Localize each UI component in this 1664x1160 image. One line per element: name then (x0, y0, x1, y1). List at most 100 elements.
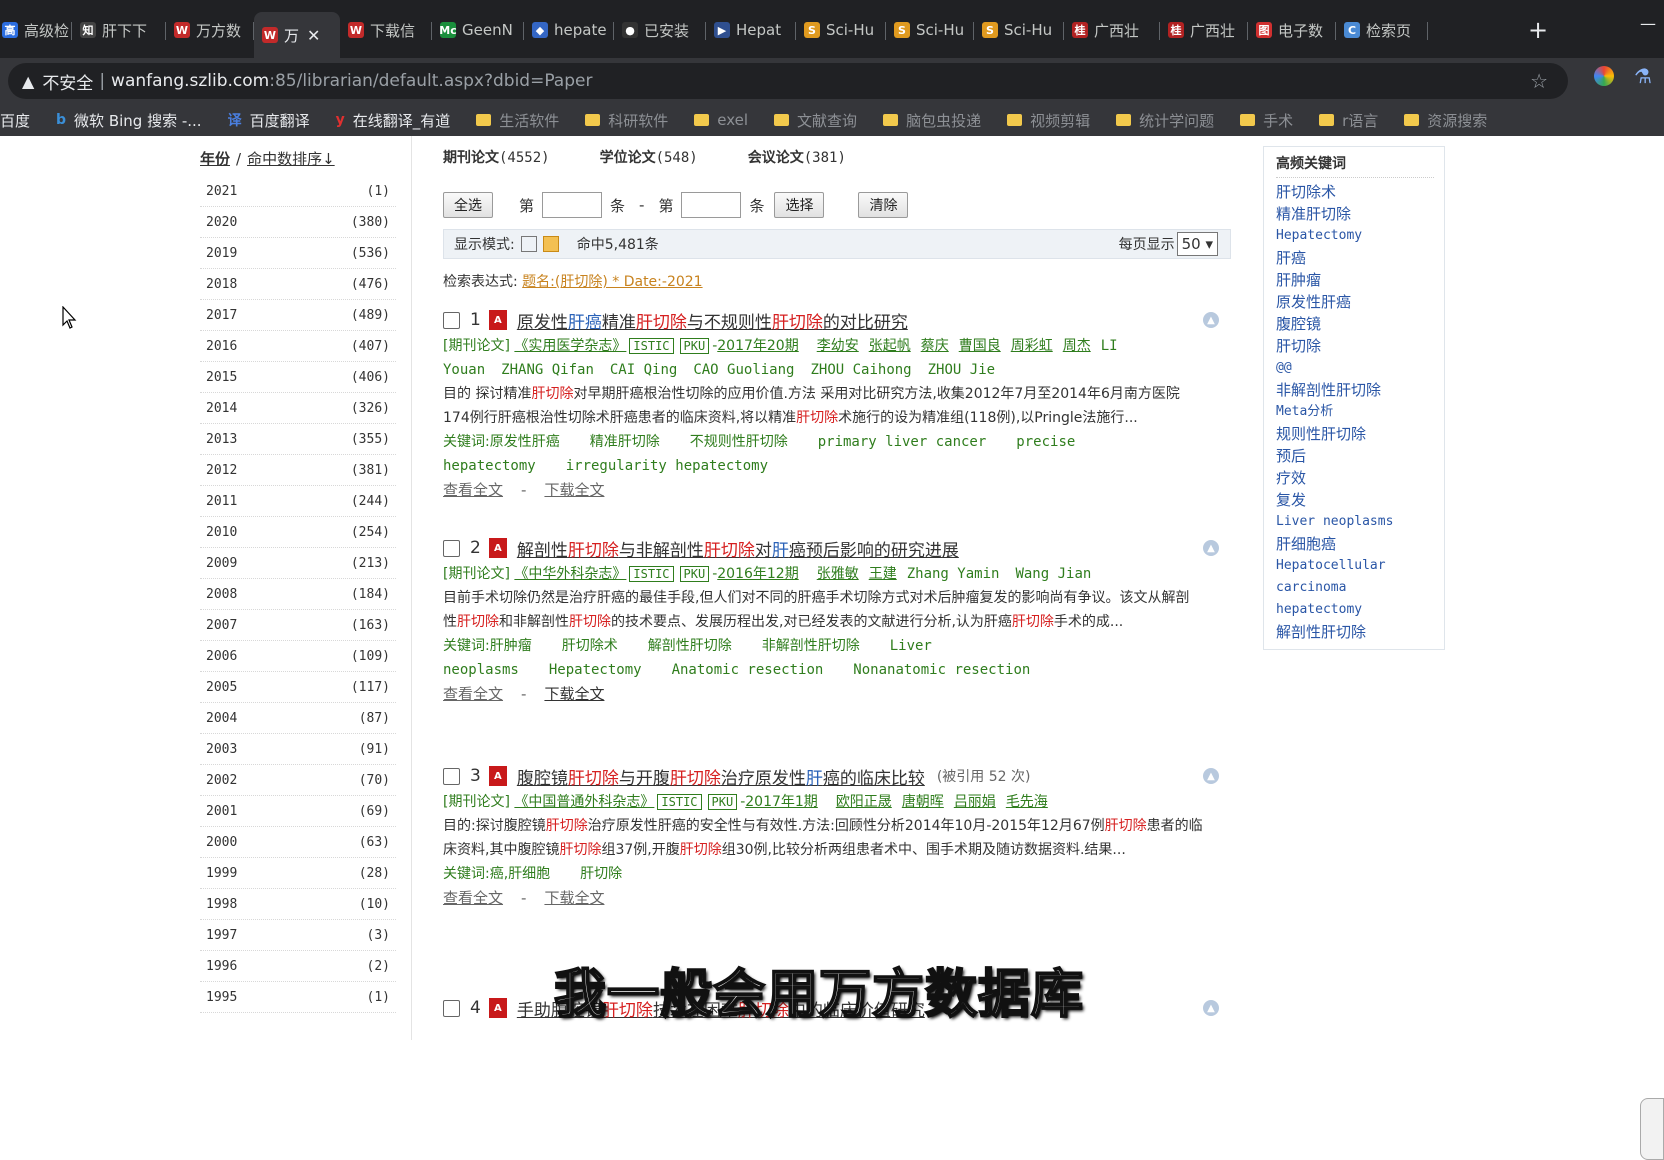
year-filter-item[interactable]: 2002 (70) (200, 765, 396, 796)
year-filter-item[interactable]: 2003 (91) (200, 734, 396, 765)
bookmark-item[interactable]: exel (694, 111, 748, 129)
browser-tab[interactable]: W 万 ✕ (254, 12, 340, 58)
hot-keyword-link[interactable]: hepatectomy (1276, 599, 1434, 621)
choose-button[interactable]: 选择 (774, 192, 825, 218)
author-link[interactable]: 蔡庆 (921, 338, 949, 354)
year-filter-item[interactable]: 2015 (406) (200, 362, 396, 393)
year-filter-item[interactable]: 2012 (381) (200, 455, 396, 486)
per-page-select[interactable]: 50 ▾ (1176, 232, 1218, 256)
year-filter-item[interactable]: 2006 (109) (200, 641, 396, 672)
bookmark-item[interactable]: b 微软 Bing 搜索 -... (56, 110, 202, 131)
hot-keyword-link[interactable]: Hepatocellular carcinoma (1276, 555, 1434, 599)
journal-link[interactable]: 《中国普通外科杂志》 (514, 794, 654, 810)
sort-by-hits-link[interactable]: 命中数排序↓ (247, 148, 335, 169)
year-filter-item[interactable]: 2008 (184) (200, 579, 396, 610)
bookmark-item[interactable]: y 在线翻译_有道 (336, 110, 451, 131)
journal-link[interactable]: 《中华外科杂志》 (514, 566, 626, 582)
hot-keyword-link[interactable]: 肝肿瘤 (1276, 269, 1434, 291)
keyword-link[interactable]: 肝切除术 (562, 638, 618, 654)
warning-icon[interactable]: ▲ (22, 72, 34, 91)
year-filter-item[interactable]: 2016 (407) (200, 331, 396, 362)
result-title-link[interactable]: 腹腔镜肝切除与开腹肝切除治疗原发性肝癌的临床比较 (517, 764, 925, 789)
hot-keyword-link[interactable]: 肝切除 (1276, 335, 1434, 357)
extension-color-icon[interactable] (1594, 66, 1614, 86)
year-filter-item[interactable]: 1999 (28) (200, 858, 396, 889)
bookmark-item[interactable]: 脑包虫投递 (883, 110, 981, 131)
bookmark-item[interactable]: 科研软件 (585, 110, 668, 131)
download-full-text-link[interactable]: 下载全文 (544, 481, 604, 499)
clear-button[interactable]: 清除 (858, 192, 909, 218)
close-tab-icon[interactable]: ✕ (307, 26, 320, 45)
bookmark-item[interactable]: 资源搜索 (1404, 110, 1487, 131)
scroll-top-icon[interactable]: ▲ (1203, 312, 1219, 328)
hot-keyword-link[interactable]: Meta分析 (1276, 401, 1434, 423)
journal-link[interactable]: 《实用医学杂志》 (514, 338, 626, 354)
author-link[interactable]: 毛先海 (1006, 794, 1048, 810)
keyword-link[interactable]: primary liver cancer (818, 434, 987, 450)
keyword-link[interactable]: 肝切除 (580, 866, 622, 882)
insecure-label[interactable]: 不安全 (42, 69, 93, 94)
bookmark-item[interactable]: 生活软件 (476, 110, 559, 131)
bookmark-star-icon[interactable]: ☆ (1530, 69, 1548, 93)
browser-tab[interactable]: S Sci-Hu (886, 12, 974, 48)
view-full-text-link[interactable]: 查看全文 (443, 481, 503, 499)
from-index-input[interactable] (542, 192, 603, 218)
year-filter-item[interactable]: 2000 (63) (200, 827, 396, 858)
hot-keyword-link[interactable]: 原发性肝癌 (1276, 291, 1434, 313)
pdf-icon[interactable]: A (488, 766, 507, 786)
result-title-link[interactable]: 原发性肝癌精准肝切除与不规则性肝切除的对比研究 (517, 308, 908, 333)
hot-keyword-link[interactable]: 疗效 (1276, 467, 1434, 489)
author-link[interactable]: 吕丽娟 (954, 794, 996, 810)
bookmark-item[interactable]: 百度 (0, 110, 30, 131)
year-filter-item[interactable]: 2017 (489) (200, 300, 396, 331)
hot-keyword-link[interactable]: 腹腔镜 (1276, 313, 1434, 335)
keyword-link[interactable]: Nonanatomic resection (853, 662, 1030, 678)
browser-tab[interactable]: 桂广西壮 (1160, 12, 1248, 48)
year-filter-item[interactable]: 1997 (3) (200, 920, 396, 951)
keyword-link[interactable]: 肝肿瘤 (490, 638, 532, 654)
browser-tab[interactable]: W 万方数 (166, 12, 254, 48)
hot-keyword-link[interactable]: 预后 (1276, 445, 1434, 467)
bookmark-item[interactable]: 视频剪辑 (1007, 110, 1090, 131)
keyword-link[interactable]: irregularity hepatectomy (566, 458, 768, 474)
keyword-link[interactable]: 不规则性肝切除 (690, 434, 788, 450)
to-index-input[interactable] (681, 192, 742, 218)
hot-keyword-link[interactable]: 复发 (1276, 489, 1434, 511)
year-filter-item[interactable]: 2009 (213) (200, 548, 396, 579)
issue-link[interactable]: 2017年1期 (745, 794, 818, 810)
hot-keyword-link[interactable]: 肝细胞癌 (1276, 533, 1434, 555)
keyword-link[interactable]: 精准肝切除 (590, 434, 660, 450)
hot-keyword-link[interactable]: Liver neoplasms (1276, 511, 1434, 533)
scroll-top-icon[interactable]: ▲ (1203, 540, 1219, 556)
keyword-link[interactable]: 非解剖性肝切除 (762, 638, 860, 654)
author-link[interactable]: 周彩虹 (1011, 338, 1053, 354)
browser-tab[interactable]: 高高级检 (0, 12, 72, 48)
detail-mode-icon[interactable] (542, 236, 559, 252)
year-filter-item[interactable]: 2021 (1) (200, 176, 396, 207)
author-link[interactable]: 张起帆 (869, 338, 911, 354)
doc-type-tab[interactable]: 期刊论文(4552) (443, 147, 550, 167)
author-link[interactable]: 欧阳正晟 (836, 794, 892, 810)
download-full-text-link[interactable]: 下载全文 (544, 685, 604, 703)
author-link[interactable]: 周杰 (1063, 338, 1091, 354)
browser-tab[interactable]: ● 已安装 (614, 12, 706, 48)
address-bar[interactable]: ▲ 不安全 | wanfang.szlib.com :85/librarian/… (8, 63, 1568, 99)
browser-tab[interactable]: ▶ Hepat (706, 12, 796, 48)
hot-keyword-link[interactable]: 规则性肝切除 (1276, 423, 1434, 445)
bookmark-item[interactable]: r语言 (1319, 110, 1378, 131)
keyword-link[interactable]: 癌,肝细胞 (490, 866, 550, 882)
scroll-top-icon[interactable]: ▲ (1203, 768, 1219, 784)
year-filter-item[interactable]: 2007 (163) (200, 610, 396, 641)
issue-link[interactable]: 2016年12期 (717, 566, 798, 582)
url-path[interactable]: :85/librarian/default.aspx?dbid=Paper (269, 71, 592, 91)
browser-tab[interactable]: Mc GeenN (432, 12, 524, 48)
author-link[interactable]: 王建 (869, 566, 897, 582)
hot-keyword-link[interactable]: 非解剖性肝切除 (1276, 379, 1434, 401)
sort-by-year-link[interactable]: 年份 (200, 148, 230, 169)
browser-tab[interactable]: ◆ hepate (524, 12, 614, 48)
year-filter-item[interactable]: 2014 (326) (200, 393, 396, 424)
url-host[interactable]: wanfang.szlib.com (111, 71, 269, 91)
issue-link[interactable]: 2017年20期 (717, 338, 798, 354)
hot-keyword-link[interactable]: 精准肝切除 (1276, 203, 1434, 225)
keyword-link[interactable]: 原发性肝癌 (490, 434, 560, 450)
